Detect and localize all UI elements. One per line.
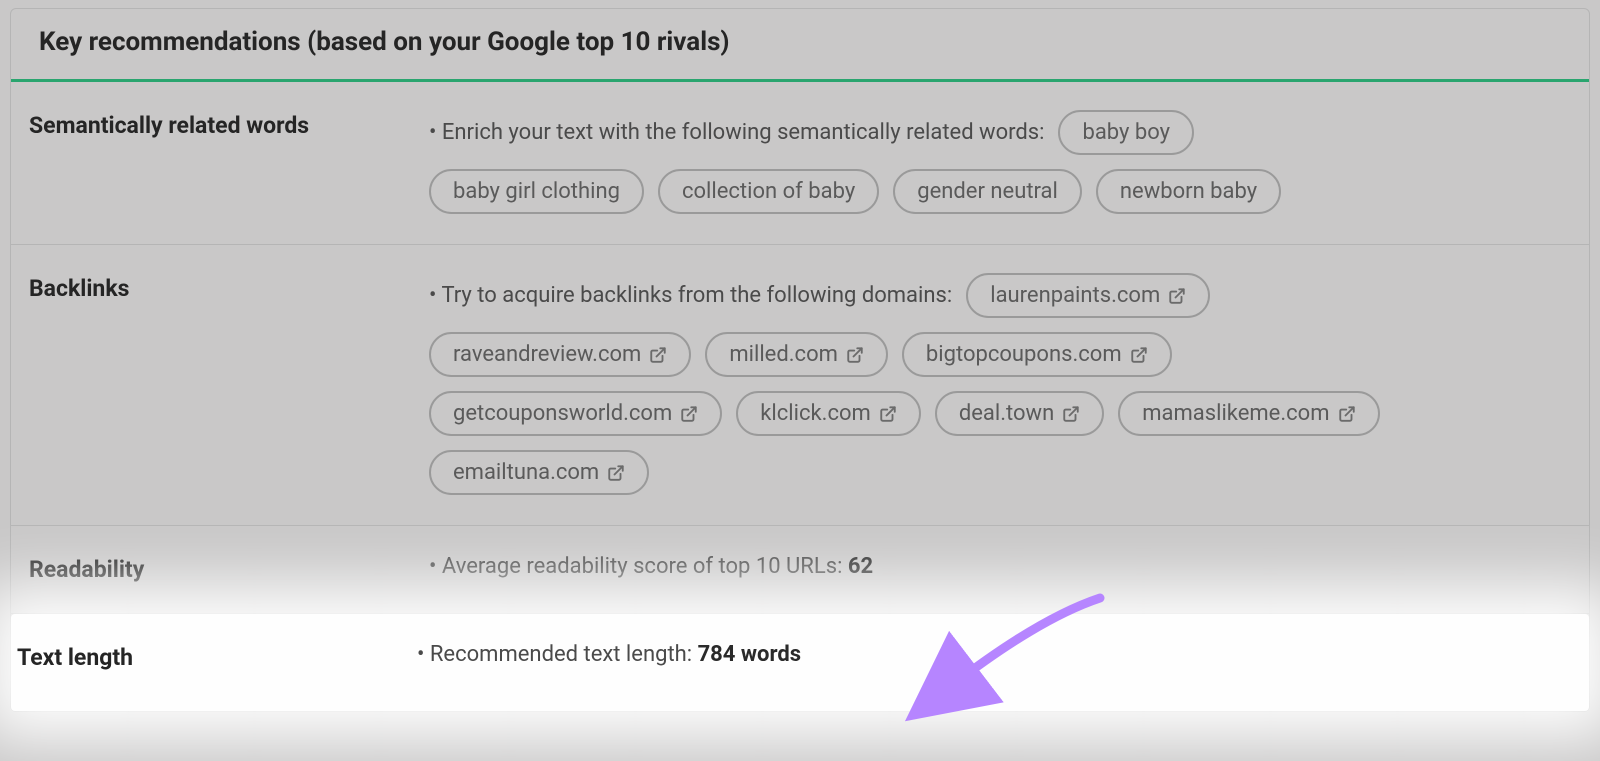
backlink-domain-pill[interactable]: klclick.com (736, 391, 921, 436)
row-semantic-words: Semantically related words • Enrich your… (11, 82, 1589, 245)
pill-label: baby boy (1082, 120, 1170, 145)
external-link-icon (1062, 405, 1080, 423)
pill-label: baby girl clothing (453, 179, 620, 204)
semantic-intro: • Enrich your text with the following se… (429, 120, 1044, 145)
external-link-icon (1338, 405, 1356, 423)
row-label-backlinks: Backlinks (29, 273, 429, 302)
pill-label: milled.com (729, 342, 838, 367)
pill-label: gender neutral (917, 179, 1058, 204)
pill-label: raveandreview.com (453, 342, 641, 367)
backlink-domain-pill[interactable]: milled.com (705, 332, 888, 377)
readability-score: 62 (848, 554, 873, 579)
external-link-icon (680, 405, 698, 423)
row-content-text-length: • Recommended text length: 784 words (417, 642, 1589, 667)
panel-header: Key recommendations (based on your Googl… (11, 9, 1589, 82)
semantic-term-pill[interactable]: baby girl clothing (429, 169, 644, 214)
text-length-line: • Recommended text length: 784 words (417, 642, 1549, 667)
backlink-domain-pill[interactable]: getcouponsworld.com (429, 391, 722, 436)
text-length-value: 784 words (698, 642, 801, 667)
backlink-domain-pill[interactable]: mamaslikeme.com (1118, 391, 1379, 436)
text-length-prefix: • Recommended text length: (417, 642, 698, 667)
semantic-term-pill[interactable]: collection of baby (658, 169, 879, 214)
panel-title: Key recommendations (based on your Googl… (39, 27, 1561, 57)
row-label-semantic: Semantically related words (29, 110, 429, 139)
row-label-text-length: Text length (17, 642, 417, 671)
external-link-icon (879, 405, 897, 423)
backlink-domain-pill[interactable]: emailtuna.com (429, 450, 649, 495)
pill-label: newborn baby (1120, 179, 1257, 204)
external-link-icon (1168, 287, 1186, 305)
pill-label: deal.town (959, 401, 1054, 426)
row-content-backlinks: • Try to acquire backlinks from the foll… (429, 273, 1571, 495)
external-link-icon (607, 464, 625, 482)
pill-label: emailtuna.com (453, 460, 599, 485)
row-content-semantic: • Enrich your text with the following se… (429, 110, 1571, 214)
row-backlinks: Backlinks • Try to acquire backlinks fro… (11, 245, 1589, 526)
readability-line: • Average readability score of top 10 UR… (429, 554, 1531, 579)
backlink-domain-pill[interactable]: deal.town (935, 391, 1104, 436)
external-link-icon (649, 346, 667, 364)
pill-label: mamaslikeme.com (1142, 401, 1329, 426)
backlink-domain-pill[interactable]: laurenpaints.com (966, 273, 1210, 318)
pill-label: klclick.com (760, 401, 871, 426)
pill-label: laurenpaints.com (990, 283, 1160, 308)
semantic-term-pill[interactable]: gender neutral (893, 169, 1082, 214)
backlinks-intro: • Try to acquire backlinks from the foll… (429, 283, 952, 308)
recommendations-panel: Key recommendations (based on your Googl… (10, 8, 1590, 712)
pill-label: collection of baby (682, 179, 855, 204)
row-label-readability: Readability (29, 554, 429, 583)
row-text-length: Text length • Recommended text length: 7… (11, 614, 1589, 711)
pill-label: getcouponsworld.com (453, 401, 672, 426)
backlink-domain-pill[interactable]: bigtopcoupons.com (902, 332, 1172, 377)
semantic-term-pill[interactable]: baby boy (1058, 110, 1194, 155)
semantic-term-pill[interactable]: newborn baby (1096, 169, 1281, 214)
row-readability: Readability • Average readability score … (11, 526, 1589, 614)
pill-label: bigtopcoupons.com (926, 342, 1122, 367)
readability-prefix: • Average readability score of top 10 UR… (429, 554, 848, 579)
row-content-readability: • Average readability score of top 10 UR… (429, 554, 1571, 579)
backlink-domain-pill[interactable]: raveandreview.com (429, 332, 691, 377)
external-link-icon (846, 346, 864, 364)
external-link-icon (1130, 346, 1148, 364)
